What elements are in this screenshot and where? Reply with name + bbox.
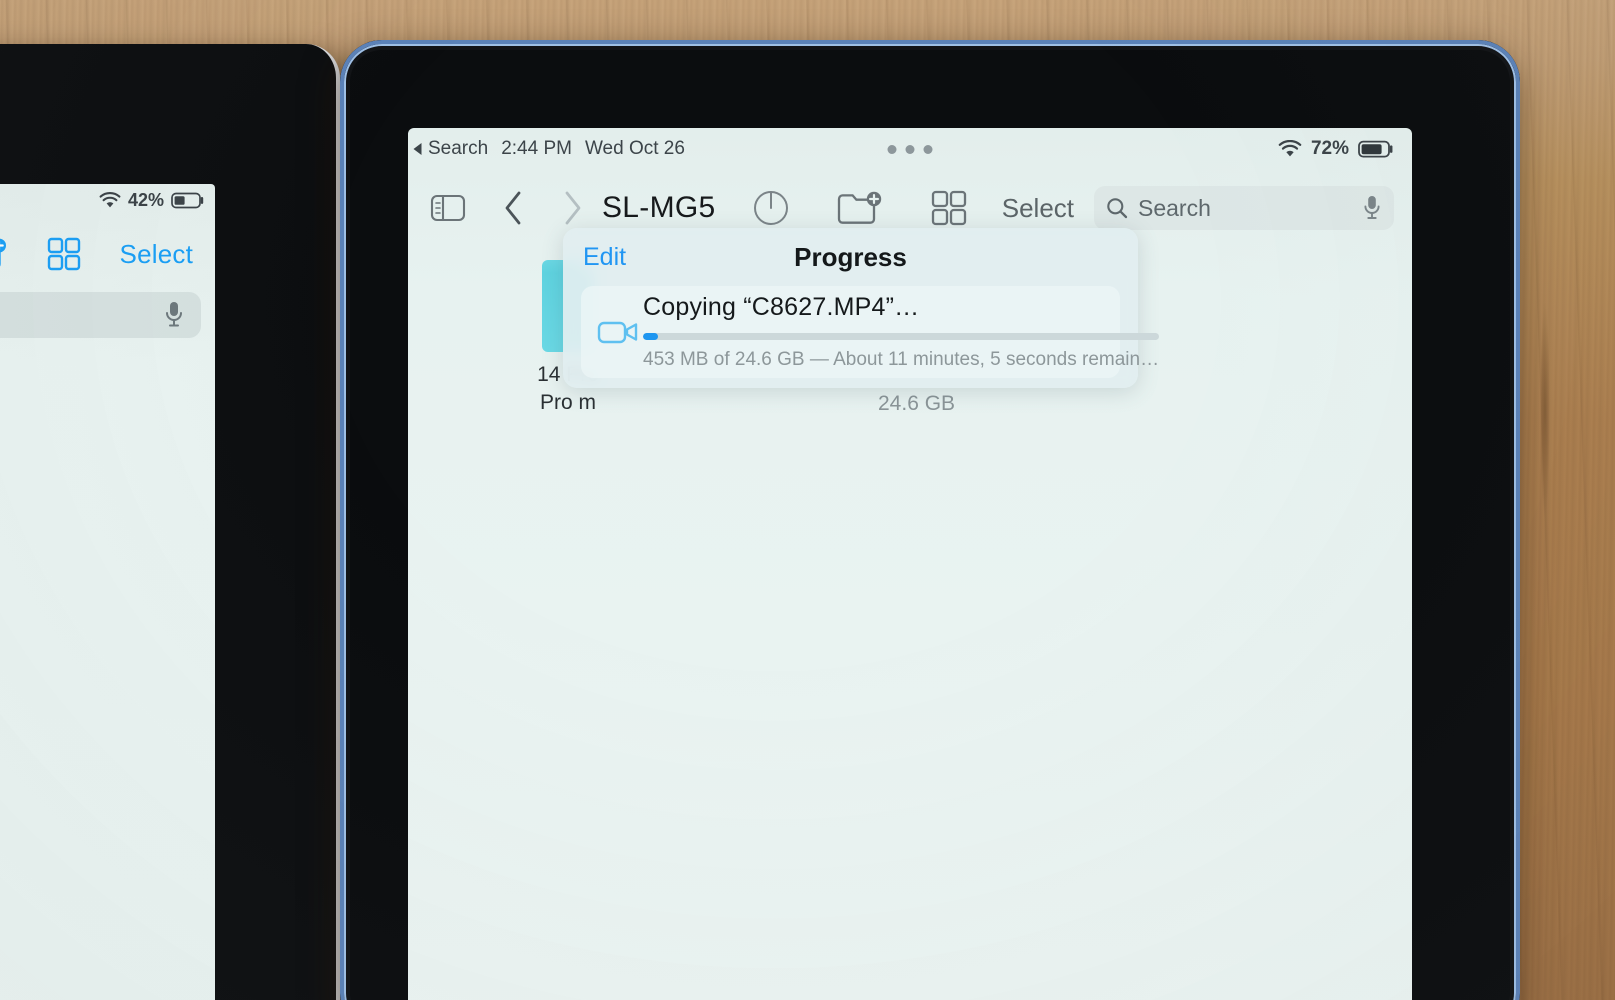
microphone-icon[interactable] <box>1362 194 1382 222</box>
wifi-icon <box>99 192 121 209</box>
status-back-to-app[interactable]: Search <box>412 138 488 160</box>
progress-item-row[interactable]: Copying “C8627.MP4”… 453 MB of 24.6 GB —… <box>581 286 1160 378</box>
status-back-app-label: Search <box>428 138 489 159</box>
new-folder-icon[interactable] <box>0 236 8 272</box>
chevron-left-icon[interactable] <box>502 191 524 225</box>
file-size-label: 24.6 GB <box>878 392 956 415</box>
grid-view-icon[interactable] <box>46 236 82 272</box>
copy-operation-detail: 453 MB of 24.6 GB — About 11 minutes, 5 … <box>643 349 1160 370</box>
battery-icon <box>1358 140 1394 158</box>
left-tablet-device: 42% Select <box>0 44 340 1000</box>
status-date: Wed Oct 26 <box>584 138 685 159</box>
multitask-dots-icon[interactable] <box>887 144 933 154</box>
chevron-right-icon <box>562 191 584 225</box>
left-select-button[interactable]: Select <box>120 239 193 270</box>
progress-circle-icon[interactable] <box>752 189 790 227</box>
dialog-edit-button[interactable]: Edit <box>583 243 626 272</box>
left-search-field[interactable] <box>0 292 201 338</box>
new-folder-icon[interactable] <box>836 189 884 227</box>
right-battery-percent: 72% <box>1310 138 1349 159</box>
progress-bar-fill <box>643 333 659 340</box>
search-icon <box>1106 197 1128 219</box>
dialog-title: Progress <box>794 241 907 272</box>
left-toolbar: Select <box>0 224 215 284</box>
left-tablet-screen: 42% Select <box>0 184 215 1000</box>
microphone-icon[interactable] <box>163 300 185 330</box>
back-triangle-icon <box>412 142 423 156</box>
search-input-placeholder[interactable]: Search <box>1138 195 1211 222</box>
page-title: SL-MG5 <box>602 191 716 224</box>
search-field[interactable]: Search <box>1094 186 1394 230</box>
status-time: 2:44 PM <box>501 138 572 159</box>
dialog-header: Edit Progress <box>563 228 1138 286</box>
wood-knot <box>1540 300 1550 520</box>
copy-operation-title: Copying “C8627.MP4”… <box>643 293 920 321</box>
grid-view-icon[interactable] <box>930 189 968 227</box>
right-status-bar: Search 2:44 PM Wed Oct 26 72% <box>408 128 1412 170</box>
right-tablet-screen: Search 2:44 PM Wed Oct 26 72% SL-MG5 Sel… <box>408 128 1412 1000</box>
progress-bar-track <box>643 333 1160 340</box>
right-select-button[interactable]: Select <box>1002 193 1074 224</box>
left-battery-percent: 42% <box>127 190 164 210</box>
file-name-line2: Pro m <box>539 391 596 415</box>
left-status-bar: 42% <box>99 190 205 211</box>
wifi-icon <box>1278 140 1302 158</box>
progress-dialog: Edit Progress Copying “C8627.MP4”… 453 M… <box>563 228 1160 388</box>
right-tablet-device: Search 2:44 PM Wed Oct 26 72% SL-MG5 Sel… <box>340 40 1520 1000</box>
sidebar-toggle-icon[interactable] <box>430 194 466 222</box>
video-camera-icon <box>597 317 639 347</box>
battery-icon <box>171 192 205 209</box>
